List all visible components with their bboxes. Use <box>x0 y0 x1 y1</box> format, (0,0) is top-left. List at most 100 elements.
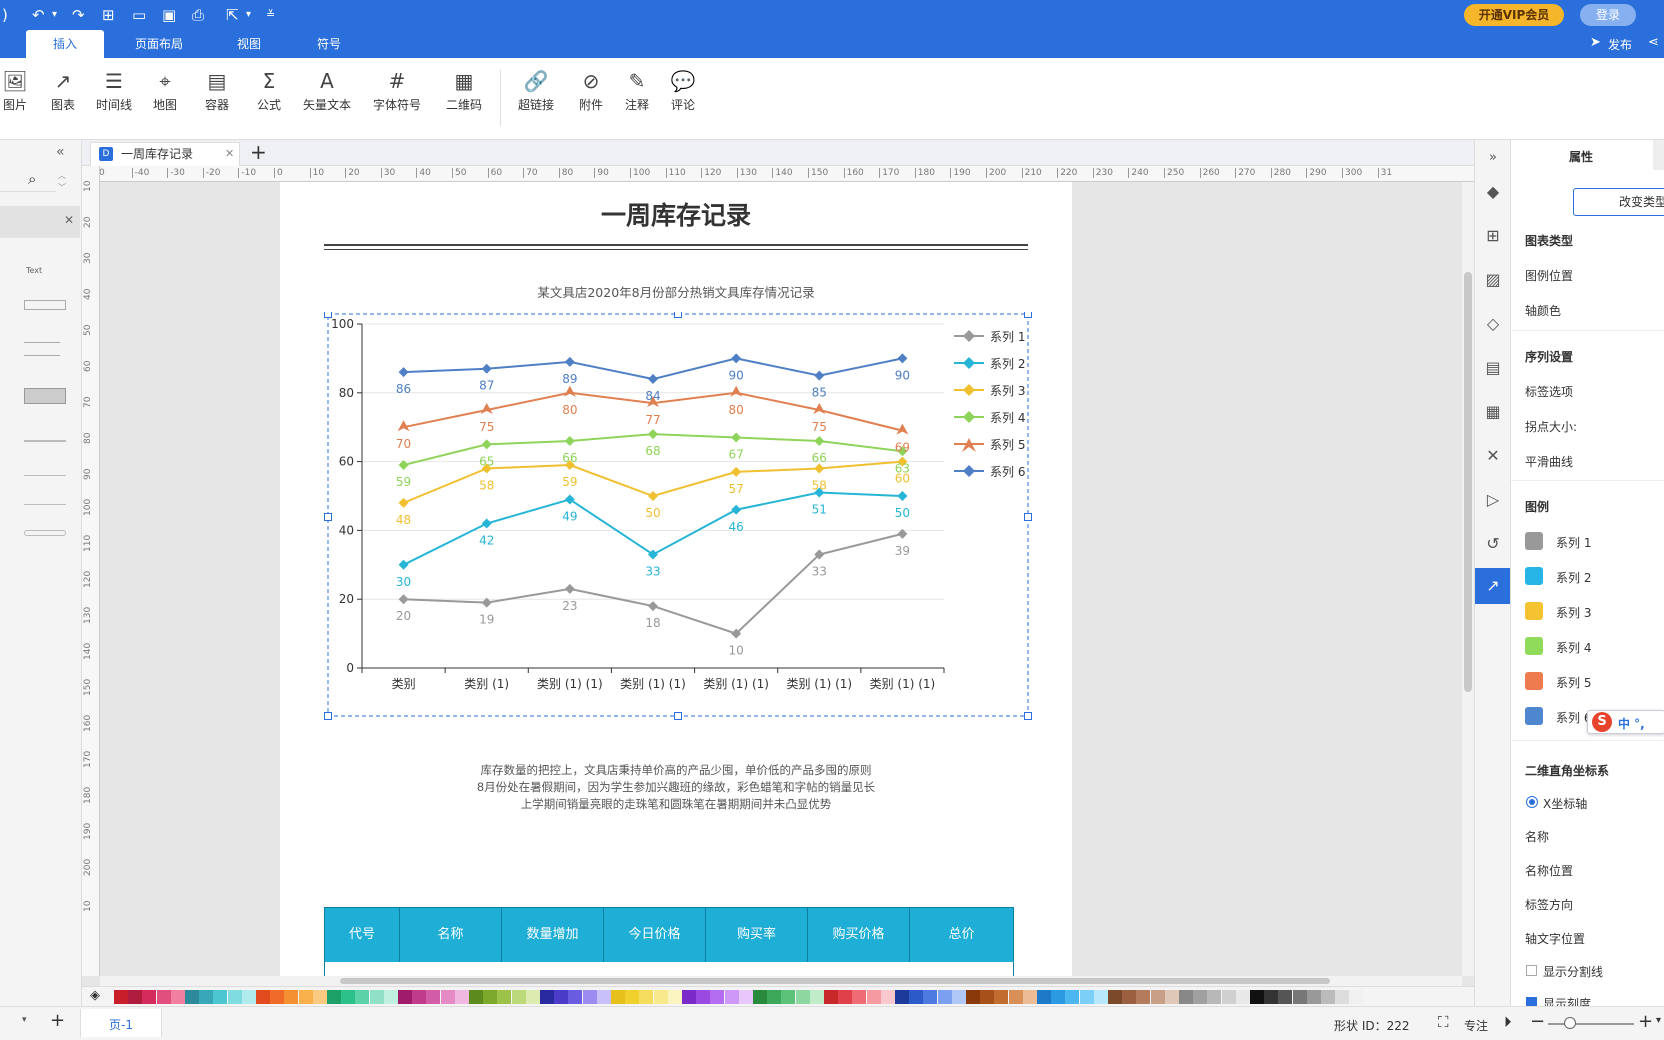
focus-icon[interactable]: ⛶ <box>1438 1013 1449 1031</box>
table-header-cell[interactable]: 今日价格 <box>604 908 706 962</box>
insert-map-button[interactable]: ⌖ 地图 <box>140 68 190 128</box>
palette-swatch[interactable] <box>1264 990 1279 1004</box>
palette-swatch[interactable] <box>1335 990 1350 1004</box>
insert-font-symbol-button[interactable]: # 字体符号 <box>368 68 426 128</box>
resize-handle[interactable] <box>1024 513 1032 521</box>
text-shape-label[interactable]: Text <box>26 266 42 275</box>
table-header-cell[interactable]: 名称 <box>400 908 502 962</box>
palette-swatch[interactable] <box>426 990 441 1004</box>
palette-swatch[interactable] <box>1150 990 1165 1004</box>
palette-swatch[interactable] <box>966 990 980 1004</box>
series-point[interactable] <box>481 363 492 374</box>
palette-swatch[interactable] <box>568 990 583 1004</box>
tab-insert[interactable]: 插入 <box>26 30 104 58</box>
properties-tab[interactable]: 属性 <box>1511 140 1651 174</box>
palette-swatch[interactable] <box>114 990 128 1004</box>
layers-icon[interactable]: ◇ <box>1475 306 1511 342</box>
undo-dropdown-icon[interactable]: ▾ <box>52 6 57 24</box>
legend-label[interactable]: 系列 2 <box>990 357 1025 371</box>
insert-attachment-button[interactable]: ⊘ 附件 <box>566 68 616 128</box>
name-label[interactable]: 名称 <box>1525 828 1549 845</box>
close-tab-icon[interactable]: ✕ <box>225 143 234 165</box>
palette-swatch[interactable] <box>1122 990 1137 1004</box>
history-icon[interactable]: ↺ <box>1475 526 1511 562</box>
page-description[interactable]: 库存数量的把控上，文具店秉持单价高的产品少囤，单价低的产品多囤的原则 8月份处在… <box>280 762 1072 813</box>
vip-button[interactable]: 开通VIP会员 <box>1464 4 1564 26</box>
palette-swatch[interactable] <box>185 990 199 1004</box>
series-point[interactable] <box>398 367 409 378</box>
palette-swatch[interactable] <box>369 990 384 1004</box>
palette-swatch[interactable] <box>199 990 214 1004</box>
tab-symbol[interactable]: 符号 <box>290 30 368 58</box>
zoom-slider-thumb[interactable] <box>1564 1017 1576 1029</box>
horizontal-scroll-thumb[interactable] <box>340 978 1330 984</box>
palette-swatch[interactable] <box>895 990 909 1004</box>
series-point[interactable] <box>398 559 409 570</box>
list-shape-thumb[interactable] <box>24 342 60 356</box>
palette-swatch[interactable] <box>795 990 810 1004</box>
series-point[interactable] <box>563 385 576 397</box>
scroll-down-icon[interactable]: ﹀ <box>58 182 66 193</box>
palette-swatch[interactable] <box>596 990 611 1004</box>
palette-swatch[interactable] <box>241 990 256 1004</box>
properties-tab-secondary[interactable] <box>1653 140 1664 170</box>
publish-icon[interactable]: ➤ <box>1590 35 1601 50</box>
legend-swatch-3[interactable] <box>1525 602 1543 620</box>
resize-handle[interactable] <box>1024 312 1032 318</box>
data-icon[interactable]: ▦ <box>1475 394 1511 430</box>
insert-image-button[interactable]: 🖼 图片 <box>0 68 40 128</box>
axis-color-label[interactable]: 轴颜色 <box>1525 302 1561 319</box>
table-header-cell[interactable]: 数量增加 <box>502 908 604 962</box>
insert-container-button[interactable]: ▤ 容器 <box>192 68 242 128</box>
legend-item-3[interactable]: 系列 3 <box>1556 604 1591 621</box>
zoom-menu-icon[interactable]: ▾ <box>1656 1015 1661 1026</box>
data-table[interactable]: 代号 名称 数量增加 今日价格 购买率 购买价格 总价 <box>324 907 1014 976</box>
library-search-box[interactable]: ⌕ <box>0 168 56 192</box>
palette-swatch[interactable] <box>1164 990 1179 1004</box>
palette-swatch[interactable] <box>170 990 185 1004</box>
chart-properties-icon[interactable]: ↗ <box>1475 568 1511 604</box>
palette-swatch[interactable] <box>1179 990 1193 1004</box>
palette-swatch[interactable] <box>724 990 739 1004</box>
palette-swatch[interactable] <box>511 990 526 1004</box>
palette-swatch[interactable] <box>156 990 171 1004</box>
show-ticks-checkbox[interactable] <box>1526 997 1537 1006</box>
palette-swatch[interactable] <box>994 990 1009 1004</box>
fill-style-icon[interactable]: ◆ <box>1475 174 1511 210</box>
share-icon[interactable]: ⋖ <box>1648 35 1659 50</box>
palette-swatch[interactable] <box>625 990 640 1004</box>
palette-swatch[interactable] <box>667 990 682 1004</box>
page-title[interactable]: 一周库存记录 <box>280 196 1072 232</box>
palette-swatch[interactable] <box>256 990 270 1004</box>
new-icon[interactable]: ⊞ <box>102 6 115 24</box>
palette-swatch[interactable] <box>298 990 313 1004</box>
palette-swatch[interactable] <box>483 990 498 1004</box>
undo-icon[interactable]: ↶ <box>32 6 45 24</box>
insert-note-button[interactable]: ✎ 注释 <box>612 68 662 128</box>
palette-swatch[interactable] <box>1292 990 1307 1004</box>
name-position-label[interactable]: 名称位置 <box>1525 862 1573 879</box>
legend-swatch-5[interactable] <box>1525 672 1543 690</box>
zoom-slider[interactable] <box>1548 1023 1634 1025</box>
label-options-label[interactable]: 标签选项 <box>1525 383 1573 400</box>
palette-swatch[interactable] <box>1037 990 1051 1004</box>
palette-swatch[interactable] <box>866 990 881 1004</box>
palette-swatch[interactable] <box>923 990 938 1004</box>
palette-swatch[interactable] <box>696 990 711 1004</box>
palette-swatch[interactable] <box>1051 990 1066 1004</box>
shuffle-icon[interactable]: ✕ <box>1475 438 1511 474</box>
legend-label[interactable]: 系列 5 <box>990 438 1025 452</box>
insert-vector-text-button[interactable]: A 矢量文本 <box>298 68 356 128</box>
add-tab-icon[interactable]: + <box>250 140 267 164</box>
print-icon[interactable]: ⎙ <box>192 6 204 24</box>
series-point[interactable] <box>398 594 409 605</box>
smooth-curve-label[interactable]: 平滑曲线 <box>1525 453 1573 470</box>
palette-swatch[interactable] <box>525 990 540 1004</box>
legend-swatch-4[interactable] <box>1525 637 1543 655</box>
presentation-icon[interactable]: ▷ <box>1475 482 1511 518</box>
series-point[interactable] <box>897 491 908 501</box>
show-ticks-label[interactable]: 显示刻度 <box>1543 995 1591 1006</box>
palette-swatch[interactable] <box>284 990 299 1004</box>
resize-handle[interactable] <box>674 712 682 720</box>
palette-swatch[interactable] <box>980 990 995 1004</box>
